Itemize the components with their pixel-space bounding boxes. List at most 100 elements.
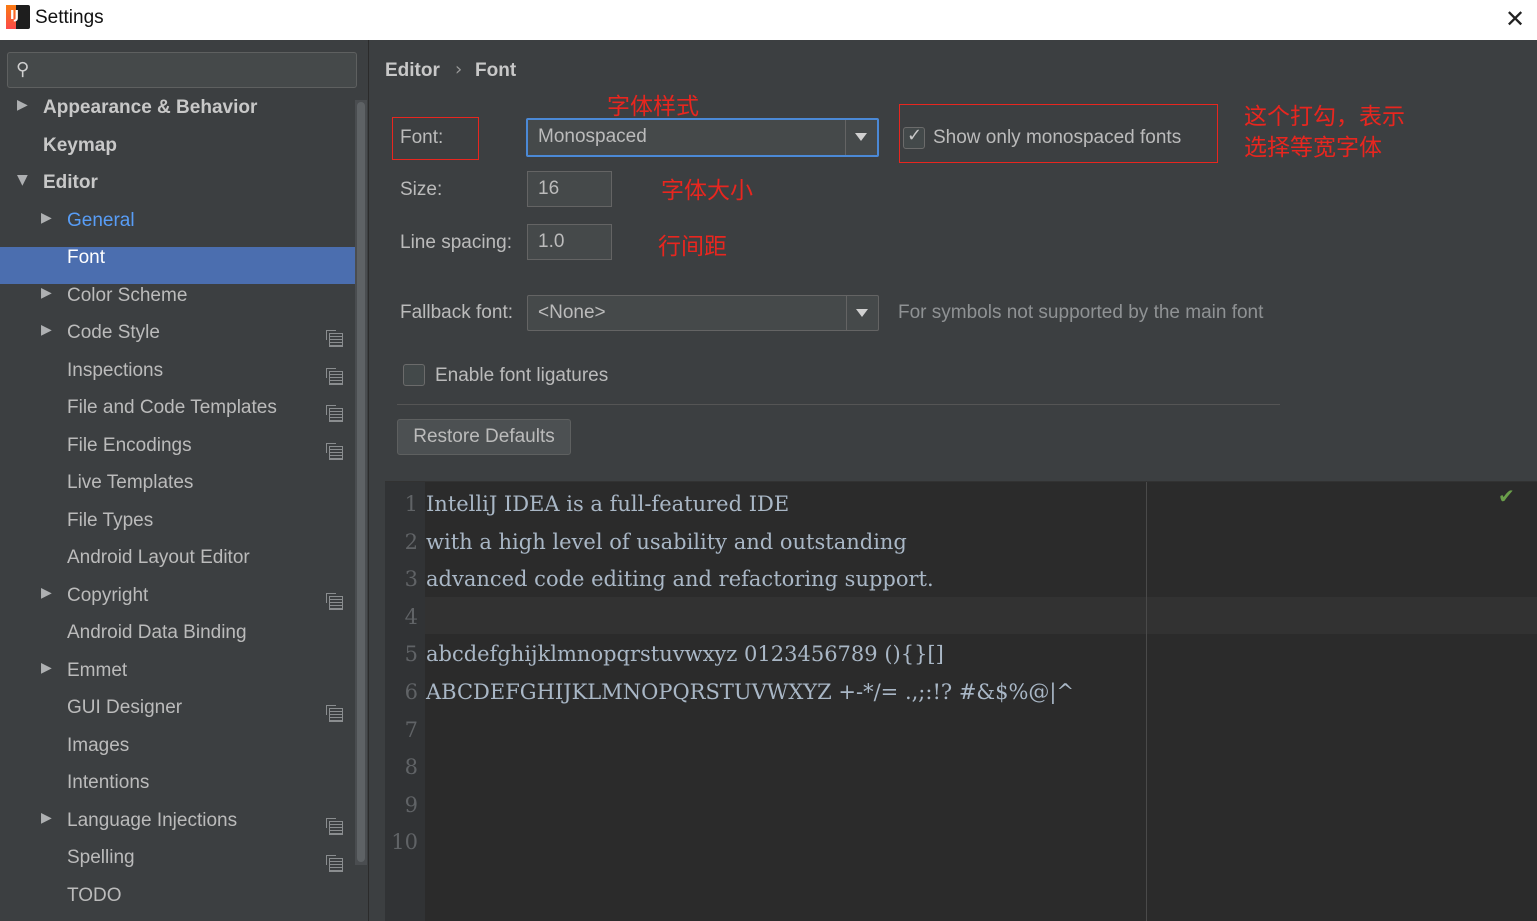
sidebar-item-label: Emmet: [67, 659, 128, 681]
chevron-down-icon: [856, 309, 868, 317]
sidebar-item-file-encodings[interactable]: File Encodings: [0, 435, 355, 472]
collapsed-arrow-icon[interactable]: ▶: [41, 285, 52, 301]
sidebar-item-file-types[interactable]: File Types: [0, 510, 355, 547]
expanded-arrow-icon[interactable]: ▼: [17, 172, 28, 188]
sidebar-item-label: Editor: [43, 172, 98, 193]
sidebar-item-file-and-code-templates[interactable]: File and Code Templates: [0, 397, 355, 434]
preview-code-line[interactable]: ABCDEFGHIJKLMNOPQRSTUVWXYZ +-*/= .,;:!? …: [426, 680, 1074, 704]
close-icon[interactable]: ✕: [1502, 6, 1528, 32]
sidebar-item-label: File and Code Templates: [67, 397, 277, 418]
sidebar-item-intentions[interactable]: Intentions: [0, 772, 355, 809]
inspection-ok-icon[interactable]: ✔: [1498, 484, 1515, 508]
intellij-logo-icon: IJ: [6, 5, 30, 29]
sidebar-item-images[interactable]: Images: [0, 735, 355, 772]
sidebar-item-font[interactable]: Font: [0, 247, 355, 284]
preview-code-line[interactable]: with a high level of usability and outst…: [426, 530, 907, 554]
breadcrumb-separator: ›: [455, 59, 463, 80]
show-monospaced-label[interactable]: Show only monospaced fonts: [933, 127, 1181, 149]
sidebar-item-code-style[interactable]: ▶ Code Style: [0, 322, 355, 359]
sidebar-item-label: Font: [67, 247, 106, 268]
annotation-checkbox-note-2: 选择等宽字体: [1244, 135, 1382, 161]
show-monospaced-checkbox[interactable]: ✓: [903, 125, 925, 149]
line-number: 9: [404, 792, 418, 817]
font-ligatures-label[interactable]: Enable font ligatures: [435, 365, 608, 387]
collapsed-arrow-icon[interactable]: ▶: [17, 97, 28, 113]
sidebar-item-inspections[interactable]: Inspections: [0, 360, 355, 397]
fallback-font-combobox[interactable]: <None>: [527, 295, 879, 331]
sidebar-item-gui-designer[interactable]: GUI Designer: [0, 697, 355, 734]
sidebar-item-keymap[interactable]: Keymap: [0, 135, 355, 172]
fallback-font-arrow[interactable]: [846, 296, 878, 330]
sidebar-item-general[interactable]: ▶ General: [0, 210, 355, 247]
sidebar-item-appearance-behavior[interactable]: ▶ Appearance & Behavior: [0, 97, 355, 134]
sidebar-item-copyright[interactable]: ▶ Copyright: [0, 585, 355, 622]
project-settings-icon: [326, 705, 343, 722]
collapsed-arrow-icon[interactable]: ▶: [41, 660, 52, 676]
sidebar-item-android-data-binding[interactable]: Android Data Binding: [0, 622, 355, 659]
project-settings-icon: [326, 367, 343, 385]
line-number: 1: [404, 492, 418, 516]
project-settings-icon: [326, 855, 343, 872]
sidebar-item-label: Intentions: [67, 772, 150, 793]
preview-code-line[interactable]: advanced code editing and refactoring su…: [426, 567, 934, 591]
search-input[interactable]: [42, 57, 342, 83]
fallback-font-label: Fallback font:: [400, 302, 513, 323]
sidebar-item-label: Images: [67, 734, 130, 756]
right-margin-guide: [1146, 482, 1147, 921]
title-bar: IJ Settings ✕: [0, 0, 1537, 40]
sidebar-item-label: Android Data Binding: [67, 622, 247, 643]
collapsed-arrow-icon[interactable]: ▶: [41, 585, 52, 601]
font-combobox-arrow[interactable]: [845, 120, 877, 155]
sidebar-item-label: Spelling: [67, 847, 135, 868]
line-number: 2: [404, 529, 418, 554]
sidebar-item-label: Android Layout Editor: [67, 547, 250, 568]
search-box[interactable]: ⚲: [7, 52, 357, 88]
sidebar-item-android-layout-editor[interactable]: Android Layout Editor: [0, 547, 355, 584]
line-spacing-label: Line spacing:: [400, 232, 512, 253]
font-ligatures-checkbox[interactable]: [403, 364, 425, 386]
scrollbar-thumb[interactable]: [357, 102, 365, 862]
size-label: Size:: [400, 179, 443, 200]
sidebar-item-label: Appearance & Behavior: [43, 97, 258, 118]
size-field-value: 16: [538, 178, 560, 199]
checkmark-icon: ✓: [907, 125, 923, 146]
sidebar-item-label: Live Templates: [67, 472, 194, 493]
sidebar-item-label: File Types: [67, 509, 154, 531]
sidebar-item-emmet[interactable]: ▶ Emmet: [0, 660, 355, 697]
current-line-highlight: [425, 597, 1537, 634]
annotation-font-style: 字体样式: [607, 94, 699, 120]
preview-code-line[interactable]: abcdefghijklmnopqrstuvwxyz 0123456789 ()…: [426, 642, 944, 666]
restore-defaults-button[interactable]: Restore Defaults: [397, 419, 571, 455]
breadcrumb-editor[interactable]: Editor: [385, 60, 440, 82]
annotation-font-size: 字体大小: [661, 178, 753, 204]
project-settings-icon: [326, 330, 343, 347]
collapsed-arrow-icon[interactable]: ▶: [41, 322, 52, 338]
font-label: Font:: [400, 127, 444, 148]
sidebar-item-label: File Encodings: [67, 434, 192, 456]
sidebar-item-label: Keymap: [43, 134, 117, 156]
preview-code-line[interactable]: IntelliJ IDEA is a full-featured IDE: [426, 492, 789, 516]
line-number: 3: [404, 567, 418, 592]
fallback-font-hint: For symbols not supported by the main fo…: [898, 302, 1264, 323]
sidebar-item-label: Copyright: [67, 584, 149, 606]
project-settings-icon: [326, 817, 343, 835]
line-number: 4: [404, 604, 418, 629]
settings-sidebar: ⚲ ▶ Appearance & Behavior Keymap ▼ Editor ▶ Ge…: [0, 40, 369, 921]
sidebar-item-color-scheme[interactable]: ▶ Color Scheme: [0, 285, 355, 322]
sidebar-item-todo[interactable]: TODO: [0, 885, 355, 921]
sidebar-item-spelling[interactable]: Spelling: [0, 847, 355, 884]
sidebar-item-language-injections[interactable]: ▶ Language Injections: [0, 810, 355, 847]
collapsed-arrow-icon[interactable]: ▶: [41, 810, 52, 826]
sidebar-item-label: Color Scheme: [67, 284, 188, 306]
collapsed-arrow-icon[interactable]: ▶: [41, 210, 52, 226]
sidebar-item-live-templates[interactable]: Live Templates: [0, 472, 355, 509]
size-field[interactable]: 16: [527, 171, 612, 207]
font-preview-editor[interactable]: 1 IntelliJ IDEA is a full-featured IDE 2 wi…: [385, 481, 1537, 921]
line-spacing-field[interactable]: 1.0: [527, 224, 612, 260]
sidebar-item-editor[interactable]: ▼ Editor: [0, 172, 355, 209]
sidebar-item-label: GUI Designer: [67, 697, 183, 718]
search-icon[interactable]: ⚲: [16, 59, 29, 80]
sidebar-item-label: Inspections: [67, 359, 164, 381]
font-combobox[interactable]: Monospaced: [526, 118, 879, 157]
project-settings-icon: [326, 405, 343, 422]
